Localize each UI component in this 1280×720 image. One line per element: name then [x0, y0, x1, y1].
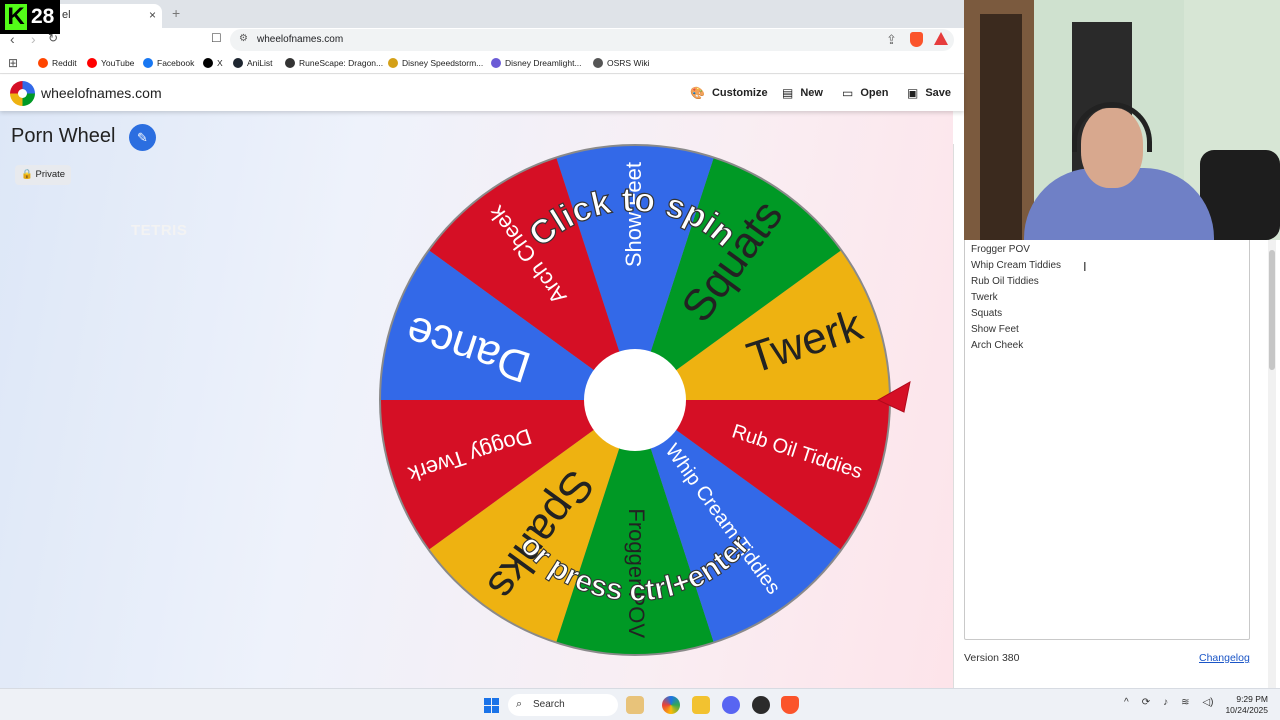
customize-label: Customize: [711, 87, 768, 99]
new-button[interactable]: ▤ New: [782, 86, 823, 100]
wifi-icon[interactable]: ≋: [1181, 697, 1189, 708]
page-scrollbar[interactable]: [1268, 240, 1276, 688]
disney-dreamlight-icon: [491, 58, 501, 68]
url-text: wheelofnames.com: [257, 34, 344, 45]
disney-speedstorm-icon: [388, 58, 398, 68]
bookmark-x[interactable]: X: [203, 58, 223, 68]
browser-tab[interactable]: el ×: [44, 4, 162, 28]
brave-shields-icon[interactable]: [910, 32, 923, 47]
facebook-icon: [143, 58, 153, 68]
bookmark-disney-dreamlight[interactable]: Disney Dreamlight...: [491, 58, 582, 68]
sync-icon[interactable]: ⟳: [1142, 697, 1150, 708]
new-tab-button[interactable]: +: [172, 5, 180, 21]
entry-item[interactable]: Whip Cream Tiddies: [971, 258, 1249, 274]
anilist-icon: [233, 58, 243, 68]
bookmark-label: Disney Speedstorm...: [402, 58, 484, 68]
bookmark-disney-speedstorm[interactable]: Disney Speedstorm...: [388, 58, 483, 68]
bookmark-anilist[interactable]: AniList: [233, 58, 273, 68]
streamer-level-badge: K 28: [0, 0, 60, 34]
bookmark-label: YouTube: [101, 58, 135, 68]
microphone-icon[interactable]: ♪: [1163, 697, 1168, 708]
save-icon: ▣: [907, 86, 919, 100]
save-label: Save: [925, 87, 952, 99]
webcam-overlay: [964, 0, 1280, 240]
version-label: Version 380: [964, 652, 1020, 664]
customize-button[interactable]: 🎨 Customize: [690, 86, 768, 100]
clock-date: 10/24/2025: [1225, 705, 1268, 715]
discord-app-icon[interactable]: [722, 696, 740, 714]
bookmark-osrs-wiki[interactable]: OSRS Wiki: [593, 58, 650, 68]
obs-app-icon[interactable]: [752, 696, 770, 714]
tray-overflow-icon[interactable]: ^: [1124, 697, 1129, 708]
osrs-wiki-icon: [593, 58, 603, 68]
file-explorer-icon[interactable]: [692, 696, 710, 714]
new-file-icon: ▤: [782, 86, 794, 100]
bookmark-label: OSRS Wiki: [607, 58, 650, 68]
bookmark-facebook[interactable]: Facebook: [143, 58, 194, 68]
bookmarks-bar: ⊞ Reddit YouTube Facebook X AniList Rune…: [0, 52, 964, 74]
taskbar-search-label: Search: [533, 699, 565, 710]
bookmark-label: Disney Dreamlight...: [505, 58, 582, 68]
runescape-icon: [285, 58, 295, 68]
streamer-level: 28: [31, 5, 55, 28]
apps-grid-icon[interactable]: ⊞: [8, 56, 18, 70]
bookmark-icon[interactable]: ☐: [211, 31, 222, 45]
open-label: Open: [860, 87, 889, 99]
webcam-doorway: [980, 14, 1022, 240]
entry-item[interactable]: Squats: [971, 306, 1249, 322]
wheel-center[interactable]: [584, 349, 686, 451]
reddit-icon: [38, 58, 48, 68]
clock-time: 9:29 PM: [1236, 694, 1268, 704]
spin-wheel[interactable]: TwerkSquatsShow FeetArch CheekDanceDoggy…: [0, 111, 953, 688]
wheel-segment-label: Frogger POV: [624, 508, 649, 638]
widgets-app-icon[interactable]: [626, 696, 644, 714]
bookmark-label: Reddit: [52, 58, 77, 68]
share-icon[interactable]: ⇪: [886, 32, 897, 48]
bookmark-youtube[interactable]: YouTube: [87, 58, 134, 68]
bookmark-reddit[interactable]: Reddit: [38, 58, 77, 68]
entry-item[interactable]: Frogger POV: [971, 242, 1249, 258]
site-name[interactable]: wheelofnames.com: [41, 85, 162, 101]
tab-title: el: [62, 9, 71, 21]
wheel-logo-icon[interactable]: [10, 81, 35, 106]
site-settings-icon[interactable]: ⚙: [239, 33, 248, 44]
address-bar[interactable]: ⚙ wheelofnames.com: [230, 29, 954, 51]
open-button[interactable]: ▭ Open: [842, 86, 888, 100]
system-tray: ^ ⟳ ♪ ≋ ◁): [1124, 697, 1214, 708]
bookmark-label: RuneScape: Dragon...: [299, 58, 384, 68]
taskbar-search[interactable]: ⌕ Search: [508, 694, 618, 716]
site-header: wheelofnames.com 🎨 Customize ▤ New ▭ Open ▣…: [0, 75, 964, 111]
palette-icon: 🎨: [690, 86, 705, 100]
new-label: New: [800, 87, 823, 99]
scrollbar-thumb[interactable]: [1269, 250, 1275, 370]
youtube-icon: [87, 58, 97, 68]
search-icon: ⌕: [516, 698, 523, 710]
browser-nav-bar: ‹ › ↻ ☐ ⚙ wheelofnames.com: [0, 28, 964, 52]
bookmark-label: Facebook: [157, 58, 195, 68]
entry-item[interactable]: Arch Cheek: [971, 338, 1249, 354]
entry-item[interactable]: Rub Oil Tiddies: [971, 274, 1249, 290]
copilot-app-icon[interactable]: [662, 696, 680, 714]
taskbar-clock[interactable]: 9:29 PM 10/24/2025: [1222, 694, 1268, 716]
changelog-link[interactable]: Changelog: [1199, 652, 1250, 664]
brave-app-icon[interactable]: [781, 696, 799, 714]
windows-start-icon[interactable]: [484, 698, 499, 713]
close-tab-icon[interactable]: ×: [149, 8, 156, 22]
x-icon: [203, 58, 213, 68]
text-cursor-icon: I: [1083, 259, 1087, 274]
entry-item[interactable]: Show Feet: [971, 322, 1249, 338]
kick-logo-icon: K: [5, 4, 27, 30]
bookmark-runescape[interactable]: RuneScape: Dragon...: [285, 58, 383, 68]
browser-tab-bar: el × +: [0, 0, 964, 28]
folder-icon: ▭: [842, 86, 854, 100]
wheel-area: Porn Wheel ✎ 🔒 Private Twerk Squats Show F…: [0, 111, 953, 688]
bookmark-label: AniList: [247, 58, 273, 68]
windows-taskbar: ⌕ Search ^ ⟳ ♪ ≋ ◁) 9:29 PM 10/24/2025: [0, 688, 1280, 720]
webcam-shirt-text: TETRIS: [131, 222, 188, 239]
bookmark-label: X: [217, 58, 223, 68]
brave-rewards-icon[interactable]: [934, 32, 948, 45]
save-button[interactable]: ▣ Save: [907, 86, 951, 100]
volume-icon[interactable]: ◁): [1202, 697, 1213, 708]
entry-item[interactable]: Twerk: [971, 290, 1249, 306]
